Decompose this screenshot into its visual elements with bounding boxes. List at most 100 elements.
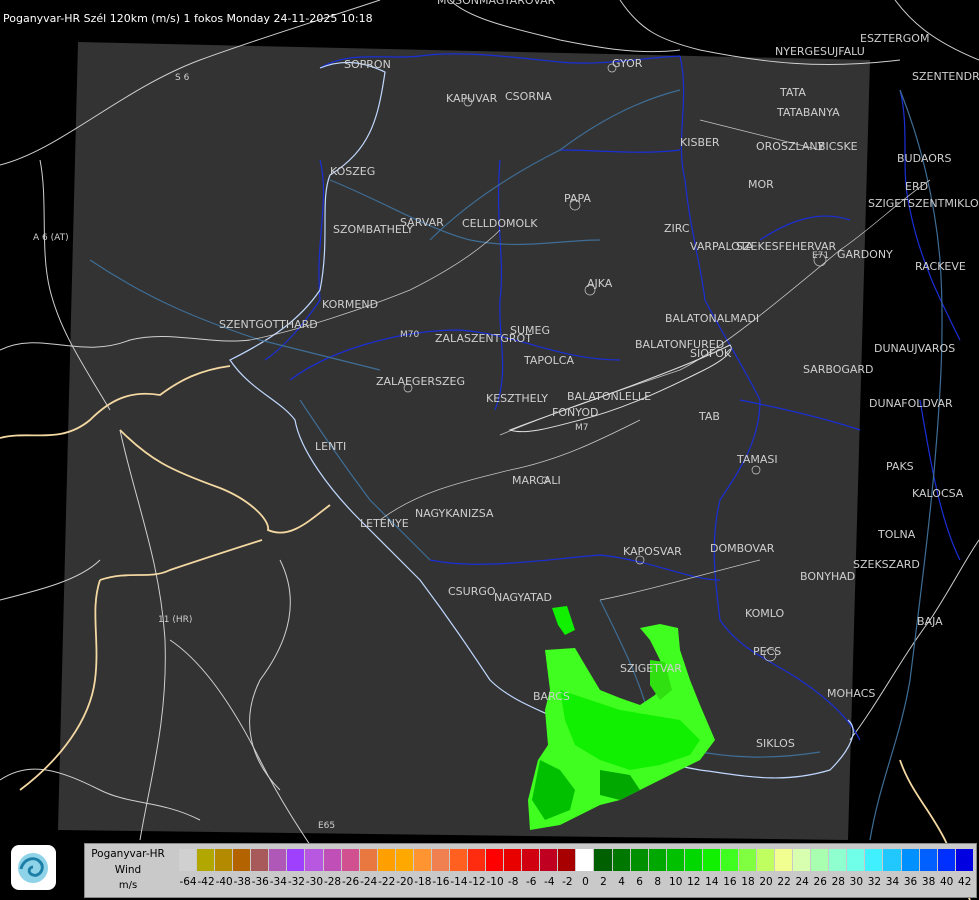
legend-tick: -2 — [562, 876, 573, 888]
city-label: ZALASZENTGROT — [435, 332, 532, 345]
city-label: TOLNA — [877, 528, 916, 541]
city-label: ZIRC — [664, 222, 690, 235]
legend-swatch — [269, 849, 288, 871]
legend-tick: 34 — [885, 876, 900, 888]
legend-swatch — [431, 849, 450, 871]
city-label: SIKLOS — [756, 737, 795, 750]
road-label: E71 — [812, 251, 829, 261]
legend-tick: -34 — [269, 876, 287, 888]
legend-tick: -38 — [233, 876, 251, 888]
city-label: MOHACS — [827, 687, 875, 700]
legend-swatch — [359, 849, 378, 871]
legend-tick: -16 — [432, 876, 450, 888]
radar-logo-icon — [11, 845, 56, 890]
city-label: CSORNA — [505, 90, 552, 103]
city-label: SZOMBATHELY — [333, 223, 413, 236]
legend-tick: -12 — [468, 876, 486, 888]
legend-quantity: Wind — [114, 864, 142, 876]
legend-swatch — [955, 849, 974, 871]
legend-unit: m/s — [118, 880, 138, 891]
legend-swatch — [612, 849, 631, 871]
legend-swatch — [341, 849, 360, 871]
city-label: MARCALI — [512, 474, 561, 487]
map-title: Poganyvar-HR Szél 120km (m/s) 1 fokos Mo… — [3, 12, 373, 25]
legend-swatch — [540, 849, 559, 871]
legend-swatch — [413, 849, 432, 871]
city-label: ZALAEGERSZEG — [376, 375, 465, 388]
legend-swatch — [449, 849, 468, 871]
legend-swatch — [775, 849, 794, 871]
legend-tick: 18 — [741, 876, 755, 888]
city-label: DUNAFOLDVAR — [869, 397, 953, 410]
legend-swatch — [576, 849, 595, 871]
city-label: AJKA — [587, 277, 613, 290]
city-label: SZENTGOTTHARD — [219, 318, 318, 331]
city-label: DUNAUJVAROS — [874, 342, 955, 355]
legend-tick: -8 — [507, 876, 519, 888]
city-label: NAGYKANIZSA — [415, 507, 494, 520]
legend-swatch — [757, 849, 776, 871]
legend-swatch — [323, 849, 342, 871]
city-label: BUDAORS — [897, 152, 952, 165]
legend-swatch — [395, 849, 414, 871]
city-label: RACKEVE — [915, 260, 966, 273]
legend-swatch — [666, 849, 685, 871]
legend-swatch — [251, 849, 270, 871]
legend-swatch — [179, 849, 198, 871]
city-label: SZENTENDRE — [912, 70, 979, 83]
road-label: A 6 (AT) — [33, 233, 69, 243]
city-label: GYOR — [612, 57, 643, 70]
city-label: SZIGETSZENTMIKLOS — [868, 197, 979, 210]
legend-tick: 36 — [903, 876, 918, 888]
legend-tick: 22 — [777, 876, 791, 888]
legend-radar-name: Poganyvar-HR — [91, 848, 165, 860]
city-label: CELLDOMOLK — [462, 217, 538, 230]
legend-swatch — [937, 849, 956, 871]
road-label: E65 — [318, 821, 335, 831]
legend-tick: 0 — [582, 876, 589, 888]
city-label: TATABANYA — [776, 106, 840, 119]
legend-swatch — [883, 849, 902, 871]
legend-tick: 14 — [705, 876, 719, 888]
legend-tick: 12 — [687, 876, 701, 888]
city-label: KESZTHELY — [486, 392, 548, 405]
city-label: BALATONLELLE — [567, 390, 651, 403]
legend-tick: -24 — [360, 876, 378, 888]
legend-swatch — [594, 849, 613, 871]
legend-swatch — [648, 849, 667, 871]
city-label: KOMLO — [745, 607, 784, 620]
legend-tick: -32 — [287, 876, 305, 888]
city-label: OROSZLANY — [756, 140, 825, 153]
legend-swatch — [486, 849, 505, 871]
city-label: ESZTERGOM — [860, 32, 929, 45]
legend-tick: -30 — [305, 876, 324, 888]
city-label: KISBER — [680, 136, 720, 149]
legend-swatch — [829, 849, 848, 871]
legend-tick: 26 — [813, 876, 827, 888]
legend-swatch — [468, 849, 487, 871]
city-label: TAPOLCA — [523, 354, 574, 367]
city-label: TAMASI — [736, 453, 778, 466]
legend-swatch — [215, 849, 234, 871]
legend-tick: -18 — [414, 876, 432, 888]
city-label: CSURGO — [448, 585, 496, 598]
legend-tick: -28 — [323, 876, 342, 888]
legend-tick: 40 — [939, 876, 954, 888]
legend-swatch — [197, 849, 216, 871]
city-label: KAPUVAR — [446, 92, 498, 105]
city-label: LETENYE — [360, 517, 409, 530]
city-label: BAJA — [917, 615, 943, 628]
legend-tick: 8 — [654, 876, 661, 888]
legend-tick: 4 — [618, 876, 625, 888]
city-label: DOMBOVAR — [710, 542, 775, 555]
legend-tick-labels: -64 -42 -40 -38 -36 -34 -32 -30 -28 -26 -24 -22 -20-… — [179, 876, 974, 890]
legend-swatch — [919, 849, 938, 871]
legend-tick: 20 — [759, 876, 773, 888]
city-label: NYERGESUJFALU — [775, 45, 865, 58]
legend-tick: 38 — [921, 876, 936, 888]
legend-tick: -20 — [396, 876, 414, 888]
legend-tick: -14 — [450, 876, 468, 888]
legend-swatch — [504, 849, 523, 871]
radar-map: MOSONMAGYAROVAR ESZTERGOMNYERGESUJFALU SZE… — [0, 0, 979, 900]
city-label: KOSZEG — [330, 165, 375, 178]
